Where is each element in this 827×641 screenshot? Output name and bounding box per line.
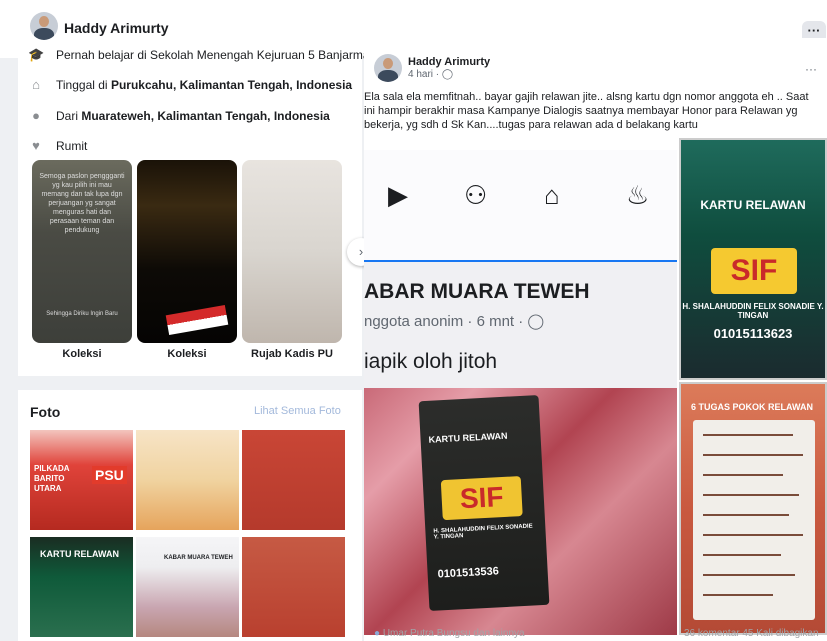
photo-badge: PSU	[92, 466, 127, 484]
post-author-avatar[interactable]	[374, 54, 402, 82]
card-logo: SIF	[440, 476, 523, 521]
photos-title: Foto	[30, 404, 61, 420]
post-image-screenshot[interactable]: ▶ ⚇ ⌂ ♨ ABAR MUARA TEWEH nggota anonim ·…	[364, 150, 677, 635]
money-photo: KARTU RELAWAN SIF H. SHALAHUDDIN FELIX S…	[364, 388, 677, 635]
post-image-card-back[interactable]: 6 TUGAS POKOK RELAWAN	[679, 382, 827, 635]
intro-lives-in-place[interactable]: Purukcahu, Kalimantan Tengah, Indonesia	[111, 78, 352, 92]
intro-card: 🎓 Pernah belajar di Sekolah Menengah Kej…	[18, 47, 385, 376]
flag-graphic	[165, 304, 229, 336]
card-label: KARTU RELAWAN	[700, 198, 806, 212]
marketplace-icon: ⌂	[544, 180, 560, 210]
post-time-text: 4 hari ·	[408, 69, 442, 80]
photos-card: Foto Lihat Semua Foto PILKADA BARITO UTA…	[18, 390, 362, 641]
post-reactions[interactable]: ● Umar Putra Bungsu dan lainnya	[374, 628, 525, 639]
post-timestamp[interactable]: 4 hari · ◯	[408, 69, 453, 80]
intro-from-place[interactable]: Muarateweh, Kalimantan Tengah, Indonesia	[81, 109, 330, 123]
photo-caption: KARTU RELAWAN	[40, 549, 119, 559]
card-logo: SIF	[711, 248, 797, 294]
reels-icon: ▶	[388, 180, 408, 210]
photo-caption: KABAR MUARA TEWEH	[164, 555, 233, 561]
see-all-photos-link[interactable]: Lihat Semua Foto	[254, 405, 341, 417]
intro-lives-in: ⌂ Tinggal di Purukcahu, Kalimantan Tenga…	[28, 77, 352, 92]
highlight-item[interactable]	[137, 160, 237, 343]
post-stats[interactable]: 36 komentar 45 Kali dibagikan	[684, 628, 819, 639]
location-pin-icon: ●	[32, 108, 40, 123]
intro-education: 🎓 Pernah belajar di Sekolah Menengah Kej…	[28, 47, 385, 63]
intro-relationship: ♥ Rumit	[28, 138, 87, 153]
photo-thumbnail[interactable]: KARTU RELAWAN	[30, 537, 133, 637]
feed-post: Haddy Arimurty 4 hari · ◯ ··· Ela sala e…	[364, 38, 827, 641]
highlight-item[interactable]: Semoga paslon penggganti yg kau pilih in…	[32, 160, 132, 343]
volunteer-card-photo: KARTU RELAWAN SIF H. SHALAHUDDIN FELIX S…	[418, 395, 550, 611]
intro-education-text: Pernah belajar di Sekolah Menengah Kejur…	[56, 48, 385, 62]
post-body-text: Ela sala ela memfitnah.. bayar gajih rel…	[364, 91, 809, 131]
highlight-item[interactable]	[242, 160, 342, 343]
intro-from-prefix: Dari	[56, 108, 79, 123]
profile-avatar[interactable]	[30, 12, 58, 40]
highlight-caption: Koleksi	[62, 348, 102, 360]
graduation-cap-icon: 🎓	[28, 47, 45, 62]
photo-thumbnail[interactable]: PILKADA BARITO UTARA PSU	[30, 430, 133, 530]
like-reaction-icon: ●	[374, 628, 381, 639]
screenshot-nav-strip: ▶ ⚇ ⌂ ♨	[364, 150, 677, 262]
highlights-row: Semoga paslon penggganti yg kau pilih in…	[32, 160, 362, 360]
globe-icon: ◯	[527, 313, 545, 330]
photo-thumbnail[interactable]: KABAR MUARA TEWEH	[136, 537, 239, 637]
screenshot-group-sub: nggota anonim · 6 mnt · ◯	[364, 312, 544, 330]
photo-thumbnail[interactable]	[242, 430, 345, 530]
highlight-caption: Rujab Kadis PU	[251, 348, 333, 360]
intro-from: ● Dari Muarateweh, Kalimantan Tengah, In…	[28, 108, 330, 123]
heart-icon: ♥	[32, 138, 40, 153]
card-number: 0101513536	[437, 565, 500, 581]
screenshot-group-sub-text: nggota anonim · 6 mnt ·	[364, 313, 528, 330]
tasks-paper	[693, 420, 815, 620]
card-names: H. SHALAHUDDIN FELIX SONADIE Y. TINGAN	[682, 302, 824, 320]
post-options-button[interactable]: ···	[805, 62, 817, 76]
profile-name[interactable]: Haddy Arimurty	[64, 20, 169, 36]
card-names: H. SHALAHUDDIN FELIX SONADIE Y. TINGAN	[433, 523, 533, 541]
screenshot-group-title: ABAR MUARA TEWEH	[364, 280, 590, 303]
post-author-name[interactable]: Haddy Arimurty	[408, 56, 490, 68]
photo-thumbnail[interactable]	[242, 537, 345, 637]
home-icon: ⌂	[32, 77, 40, 92]
post-image-card-front[interactable]: KARTU RELAWAN SIF H. SHALAHUDDIN FELIX S…	[679, 138, 827, 380]
highlight-overlay-text: Semoga paslon penggganti yg kau pilih in…	[39, 173, 125, 234]
photo-thumbnail[interactable]	[136, 430, 239, 530]
intro-relationship-text: Rumit	[56, 138, 88, 153]
reactors-text: Umar Putra Bungsu dan lainnya	[382, 628, 525, 639]
intro-lives-in-prefix: Tinggal di	[56, 77, 108, 92]
friends-icon: ⚇	[464, 180, 488, 210]
photo-caption: PILKADA BARITO UTARA	[34, 464, 70, 493]
globe-icon: ◯	[441, 69, 454, 80]
highlight-caption: Koleksi	[167, 348, 207, 360]
tasks-title: 6 TUGAS POKOK RELAWAN	[691, 402, 814, 412]
bell-icon: ♨	[626, 180, 650, 210]
card-label: KARTU RELAWAN	[428, 430, 508, 445]
card-number: 01015113623	[713, 326, 793, 341]
screenshot-tab-underline	[364, 230, 677, 262]
screenshot-post-text: iapik oloh jitoh	[364, 350, 498, 373]
highlight-sub-text: Sehingga Diriku Ingin Baru	[46, 311, 118, 317]
